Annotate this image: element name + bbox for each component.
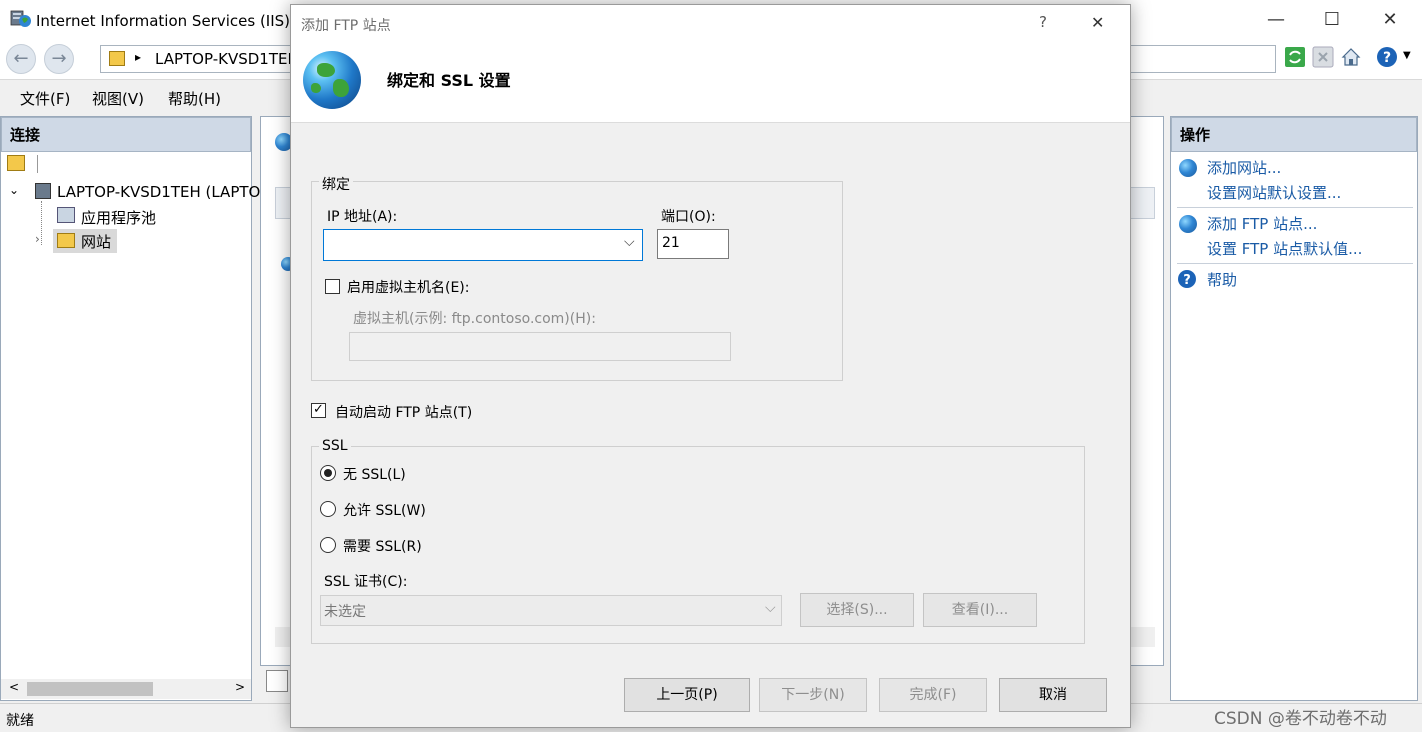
scroll-left-icon[interactable]: < — [9, 680, 19, 694]
minimize-button[interactable]: — — [1256, 6, 1296, 34]
forward-button[interactable]: → — [44, 44, 74, 74]
app-pool-icon — [57, 207, 75, 223]
dialog-title: 添加 FTP 站点 — [301, 18, 391, 34]
no-ssl-label: 无 SSL(L) — [343, 467, 406, 483]
tree-app-pools[interactable]: 应用程序池 — [81, 207, 156, 228]
chevron-right-icon[interactable]: › — [35, 232, 40, 246]
connections-panel: 连接 ⌄ LAPTOP-KVSD1TEH (LAPTO 应用程序池 › 网站 <… — [0, 116, 260, 701]
maximize-button[interactable]: ☐ — [1312, 6, 1352, 34]
menu-view[interactable]: 视图(V) — [92, 88, 144, 109]
allow-ssl-radio[interactable] — [320, 501, 336, 517]
website-defaults-link[interactable]: 设置网站默认设置... — [1207, 182, 1341, 203]
dialog-help-button[interactable]: ? — [1039, 13, 1047, 31]
next-button[interactable]: 下一步(N) — [759, 678, 867, 712]
ssl-cert-value: 未选定 — [324, 604, 366, 620]
auto-start-label: 自动启动 FTP 站点(T) — [335, 405, 473, 421]
ssl-group-label: SSL — [319, 438, 351, 454]
actions-divider-2 — [1177, 263, 1413, 264]
require-ssl-label: 需要 SSL(R) — [343, 539, 422, 555]
breadcrumb-separator: ▸ — [135, 50, 142, 64]
finish-button[interactable]: 完成(F) — [879, 678, 987, 712]
menu-file[interactable]: 文件(F) — [20, 88, 70, 109]
close-button[interactable]: ✕ — [1370, 6, 1410, 34]
svg-text:?: ? — [1183, 273, 1191, 288]
help-link[interactable]: 帮助 — [1207, 269, 1237, 290]
ip-address-label: IP 地址(A): — [327, 209, 398, 225]
add-ftp-site-dialog: 添加 FTP 站点 ? ✕ 绑定和 SSL 设置 绑定 IP 地址(A): ⌵ … — [290, 4, 1131, 728]
binding-group-label: 绑定 — [319, 174, 353, 194]
allow-ssl-label: 允许 SSL(W) — [343, 503, 426, 519]
connect-folder-icon[interactable] — [7, 155, 25, 171]
toolbar-divider — [37, 155, 38, 173]
ip-address-select[interactable]: ⌵ — [323, 229, 643, 261]
iis-app-icon — [10, 10, 31, 27]
auto-start-checkbox[interactable]: ✓ — [311, 403, 326, 418]
scrollbar-thumb[interactable] — [27, 682, 153, 696]
require-ssl-radio[interactable] — [320, 537, 336, 553]
address-path: LAPTOP-KVSD1TEH — [155, 50, 299, 68]
stop-icon[interactable] — [1312, 46, 1334, 68]
port-label: 端口(O): — [661, 209, 716, 225]
actions-divider — [1177, 207, 1413, 208]
connections-header: 连接 — [1, 117, 251, 152]
dialog-titlebar: 添加 FTP 站点 ? ✕ — [291, 5, 1130, 41]
back-button[interactable]: ← — [6, 44, 36, 74]
view-cert-button[interactable]: 查看(I)... — [923, 593, 1037, 627]
actions-header: 操作 — [1171, 117, 1417, 152]
folder-icon — [109, 51, 125, 66]
virtual-host-label: 虚拟主机(示例: ftp.contoso.com)(H): — [353, 311, 596, 327]
globe-icon — [303, 51, 361, 109]
add-website-link[interactable]: 添加网站... — [1207, 157, 1281, 178]
svg-text:?: ? — [1383, 50, 1391, 66]
ssl-cert-label: SSL 证书(C): — [324, 574, 408, 590]
refresh-icon[interactable] — [1284, 46, 1306, 68]
previous-button[interactable]: 上一页(P) — [624, 678, 750, 712]
tree-line — [41, 201, 42, 245]
add-ftp-site-link[interactable]: 添加 FTP 站点... — [1207, 213, 1317, 234]
status-text: 就绪 — [6, 713, 34, 729]
server-icon — [35, 183, 51, 199]
menu-help[interactable]: 帮助(H) — [168, 88, 221, 109]
add-site-icon — [1179, 159, 1197, 177]
select-cert-button[interactable]: 选择(S)... — [800, 593, 914, 627]
chevron-down-icon: ⌵ — [765, 600, 776, 616]
ftp-defaults-link[interactable]: 设置 FTP 站点默认值... — [1207, 238, 1362, 259]
chevron-down-icon[interactable]: ⌄ — [9, 183, 19, 197]
virtual-host-input[interactable] — [349, 332, 731, 361]
enable-virtual-host-label: 启用虚拟主机名(E): — [347, 280, 470, 296]
ssl-cert-select[interactable]: 未选定 ⌵ — [320, 595, 782, 626]
horizontal-scrollbar[interactable]: < > — [1, 679, 251, 699]
tree-server[interactable]: LAPTOP-KVSD1TEH (LAPTO — [57, 183, 260, 201]
home-icon[interactable] — [1340, 46, 1362, 68]
features-view-icon[interactable] — [266, 670, 288, 692]
help-action-icon: ? — [1178, 270, 1196, 288]
dialog-header: 绑定和 SSL 设置 — [291, 41, 1130, 123]
dialog-close-button[interactable]: ✕ — [1091, 13, 1104, 32]
tree-sites[interactable]: 网站 — [81, 231, 111, 252]
chevron-down-icon: ⌵ — [624, 234, 635, 250]
enable-virtual-host-checkbox[interactable] — [325, 279, 340, 294]
window-title: Internet Information Services (IIS)管 — [36, 12, 306, 30]
dialog-heading: 绑定和 SSL 设置 — [387, 71, 511, 90]
csdn-watermark: CSDN @卷不动卷不动 — [1214, 709, 1387, 729]
help-icon[interactable]: ? — [1376, 46, 1398, 68]
port-input[interactable]: 21 — [657, 229, 729, 259]
actions-panel: 操作 添加网站... 设置网站默认设置... 添加 FTP 站点... 设置 F… — [1170, 116, 1418, 701]
add-ftp-icon — [1179, 215, 1197, 233]
scroll-right-icon[interactable]: > — [235, 680, 245, 694]
sites-folder-icon — [57, 233, 75, 248]
no-ssl-radio[interactable] — [320, 465, 336, 481]
cancel-button[interactable]: 取消 — [999, 678, 1107, 712]
help-dropdown-icon[interactable]: ▼ — [1403, 50, 1411, 61]
